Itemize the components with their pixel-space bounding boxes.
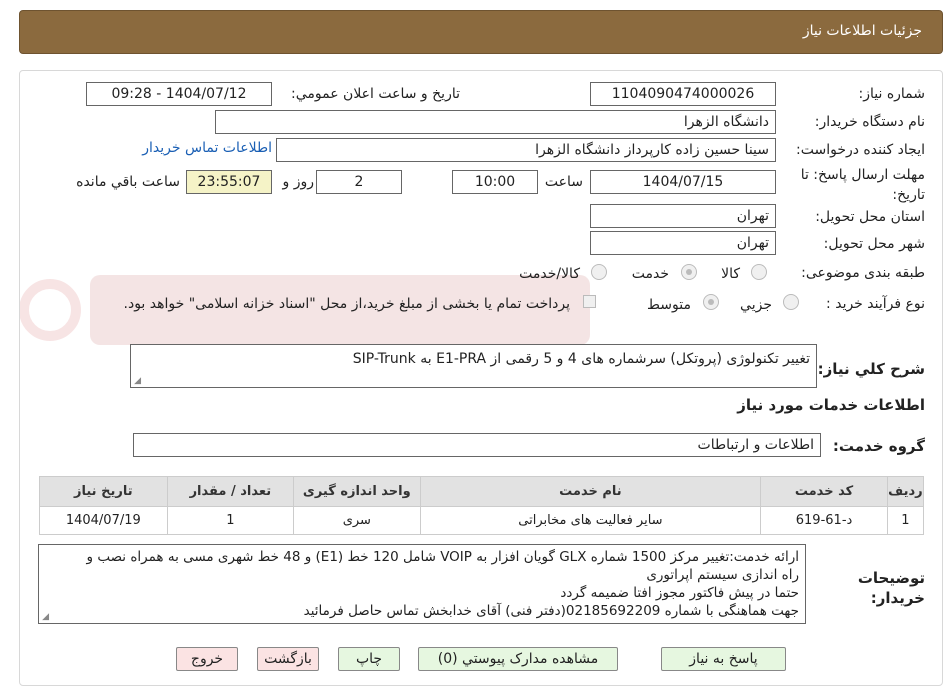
col-service-name: نام خدمت bbox=[419, 476, 762, 507]
cell-service-name: سایر فعالیت های مخابراتی bbox=[419, 506, 762, 535]
category-radio-goods[interactable] bbox=[751, 264, 767, 280]
announce-label: تاریخ و ساعت اعلان عمومي: bbox=[291, 86, 460, 102]
buyer-notes-line: حتما در پیش فاکتور مجوز افتا ضمیمه گردد bbox=[560, 585, 799, 601]
deadline-date-field: 1404/07/15 bbox=[590, 170, 776, 194]
deadline-label: مهلت ارسال پاسخ: تا تاریخ: bbox=[800, 167, 925, 203]
category-option-both: کالا/خدمت bbox=[519, 266, 580, 282]
city-label: شهر محل تحویل: bbox=[823, 236, 925, 252]
cell-need-date: 1404/07/19 bbox=[39, 506, 168, 535]
col-unit: واحد اندازه گیری bbox=[293, 476, 421, 507]
requester-label: ایجاد کننده درخواست: bbox=[796, 142, 925, 158]
print-button[interactable]: چاپ bbox=[338, 647, 400, 671]
deadline-time-label: ساعت bbox=[544, 174, 583, 190]
col-row-number: ردیف bbox=[886, 476, 925, 507]
buyer-org-field: دانشگاه الزهرا bbox=[215, 110, 776, 134]
service-group-field: اطلاعات و ارتباطات bbox=[133, 433, 821, 457]
requester-field: سینا حسین زاده کارپرداز دانشگاه الزهرا bbox=[276, 138, 776, 162]
process-label: نوع فرآیند خرید : bbox=[826, 296, 925, 312]
table-row: 1 د-61-619 سایر فعالیت های مخابراتی سری … bbox=[39, 506, 925, 535]
category-radio-both[interactable] bbox=[591, 264, 607, 280]
category-radio-service[interactable] bbox=[681, 264, 697, 280]
services-section-title: اطلاعات خدمات مورد نیاز bbox=[737, 396, 925, 414]
buyer-notes-line: راه اندازی سیستم اپراتوری bbox=[646, 567, 799, 583]
process-option-minor: جزیي bbox=[740, 297, 772, 313]
buyer-notes-line: ارائه خدمت:تغییر مرکز 1500 شماره GLX گوی… bbox=[86, 549, 799, 565]
cell-service-code: د-61-619 bbox=[760, 506, 888, 535]
attachments-button[interactable]: مشاهده مدارک پیوستي (0) bbox=[418, 647, 618, 671]
process-radio-minor[interactable] bbox=[783, 294, 799, 310]
buyer-org-label: نام دستگاه خریدار: bbox=[814, 114, 925, 130]
remaining-time-label: ساعت باقي مانده bbox=[76, 174, 180, 190]
need-number-field: 1104090474000026 bbox=[590, 82, 776, 106]
buyer-notes-textarea[interactable]: ارائه خدمت:تغییر مرکز 1500 شماره GLX گوی… bbox=[38, 544, 806, 624]
category-option-goods: کالا bbox=[721, 266, 740, 282]
col-quantity: تعداد / مقدار bbox=[166, 476, 295, 507]
resize-grip-icon: ◢ bbox=[42, 612, 49, 622]
cell-row-number: 1 bbox=[886, 506, 925, 535]
back-button[interactable]: بازگشت bbox=[257, 647, 319, 671]
category-label: طبقه بندی موضوعی: bbox=[801, 265, 925, 281]
category-option-service: خدمت bbox=[631, 266, 669, 282]
province-field: تهران bbox=[590, 204, 776, 228]
deadline-time-field: 10:00 bbox=[452, 170, 538, 194]
city-field: تهران bbox=[590, 231, 776, 255]
service-group-label: گروه خدمت: bbox=[832, 437, 925, 455]
remaining-time-field: 23:55:07 bbox=[186, 170, 272, 194]
summary-text: تغییر تکنولوژی (پروتکل) سرشماره های 4 و … bbox=[352, 351, 810, 367]
days-remaining-field: 2 bbox=[316, 170, 402, 194]
treasury-payment-checkbox[interactable] bbox=[583, 295, 596, 308]
col-service-code: کد خدمت bbox=[760, 476, 888, 507]
treasury-payment-note: پرداخت تمام یا بخشی از مبلغ خرید،از محل … bbox=[123, 296, 570, 312]
summary-label: شرح کلي نیاز: bbox=[817, 360, 925, 378]
cell-quantity: 1 bbox=[166, 506, 295, 535]
page-title: جزئیات اطلاعات نیاز bbox=[802, 23, 922, 39]
buyer-notes-line: جهت هماهنگی با شماره 02185692209(دفتر فن… bbox=[303, 603, 799, 619]
exit-button[interactable]: خروج bbox=[176, 647, 238, 671]
announce-datetime-field: 1404/07/12 - 09:28 bbox=[86, 82, 272, 106]
summary-textarea[interactable]: تغییر تکنولوژی (پروتکل) سرشماره های 4 و … bbox=[130, 344, 817, 388]
buyer-contact-link[interactable]: اطلاعات تماس خریدار bbox=[142, 140, 272, 156]
header-bar: جزئیات اطلاعات نیاز bbox=[19, 10, 943, 54]
buyer-notes-label: توضیحات خریدار: bbox=[857, 569, 925, 607]
services-table: ردیف کد خدمت نام خدمت واحد اندازه گیری ت… bbox=[39, 476, 925, 535]
reply-button[interactable]: پاسخ به نیاز bbox=[661, 647, 786, 671]
province-label: استان محل تحویل: bbox=[815, 209, 925, 225]
col-need-date: تاریخ نیاز bbox=[39, 476, 168, 507]
process-radio-medium[interactable] bbox=[703, 294, 719, 310]
cell-unit: سری bbox=[293, 506, 421, 535]
process-option-medium: متوسط bbox=[647, 297, 691, 313]
table-header-row: ردیف کد خدمت نام خدمت واحد اندازه گیری ت… bbox=[39, 476, 925, 507]
need-number-label: شماره نیاز: bbox=[858, 86, 926, 102]
days-label: روز و bbox=[282, 174, 315, 190]
resize-grip-icon: ◢ bbox=[134, 376, 141, 386]
